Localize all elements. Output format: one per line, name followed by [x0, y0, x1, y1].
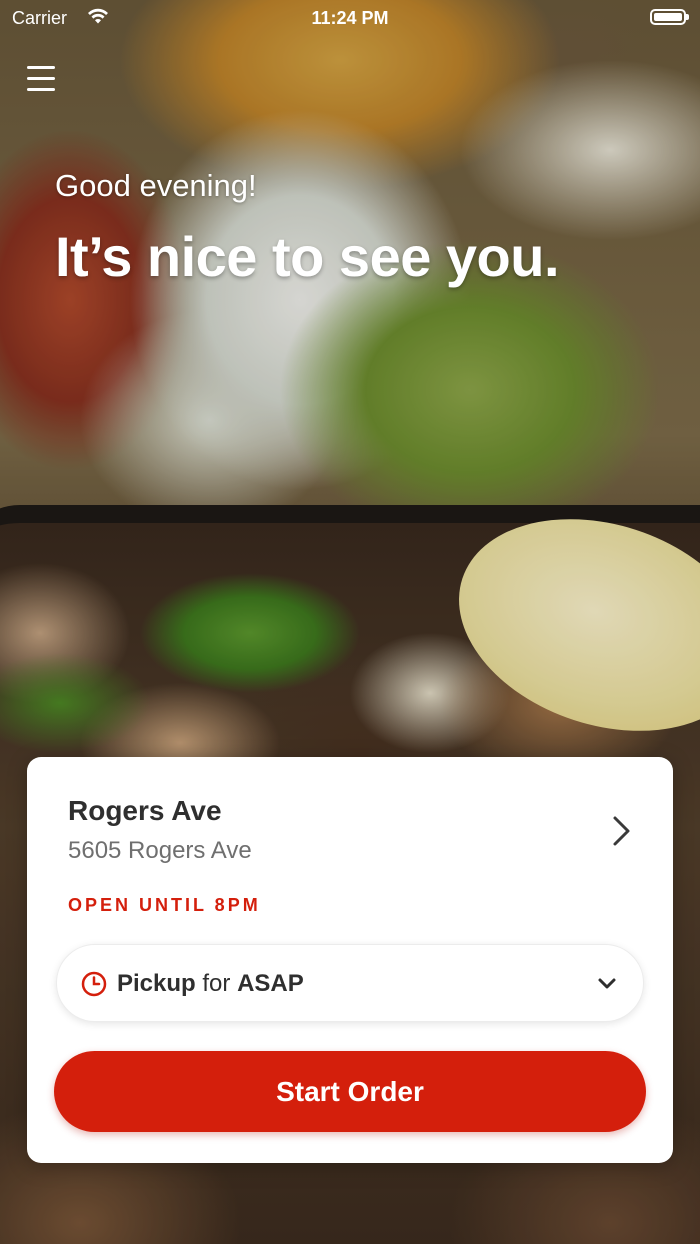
open-status-label: OPEN UNTIL 8PM — [68, 895, 261, 915]
pickup-time-selector[interactable]: Pickup for ASAP — [56, 944, 644, 1022]
chevron-down-icon — [598, 978, 616, 989]
location-name: Rogers Ave — [68, 795, 222, 826]
chevron-right-icon — [613, 816, 630, 846]
battery-icon — [650, 9, 689, 25]
location-card: Rogers Ave 5605 Rogers Ave OPEN UNTIL 8P… — [27, 757, 673, 1163]
status-bar: Carrier 11:24 PM — [0, 0, 700, 36]
location-address: 5605 Rogers Ave — [68, 837, 252, 864]
greeting-headline: It’s nice to see you. — [55, 225, 560, 288]
pickup-summary: Pickup for ASAP — [117, 970, 304, 998]
pickup-time: ASAP — [237, 970, 304, 997]
hamburger-menu-icon[interactable] — [27, 66, 55, 92]
location-selector[interactable]: Rogers Ave 5605 Rogers Ave — [27, 757, 673, 877]
pickup-mode: Pickup — [117, 970, 196, 997]
status-time: 11:24 PM — [311, 8, 389, 28]
lemon-wedge — [431, 483, 700, 767]
greeting-salutation: Good evening! — [55, 168, 257, 203]
start-order-button[interactable]: Start Order — [54, 1051, 646, 1132]
pickup-connector: for — [202, 970, 231, 997]
clock-icon — [81, 971, 107, 997]
